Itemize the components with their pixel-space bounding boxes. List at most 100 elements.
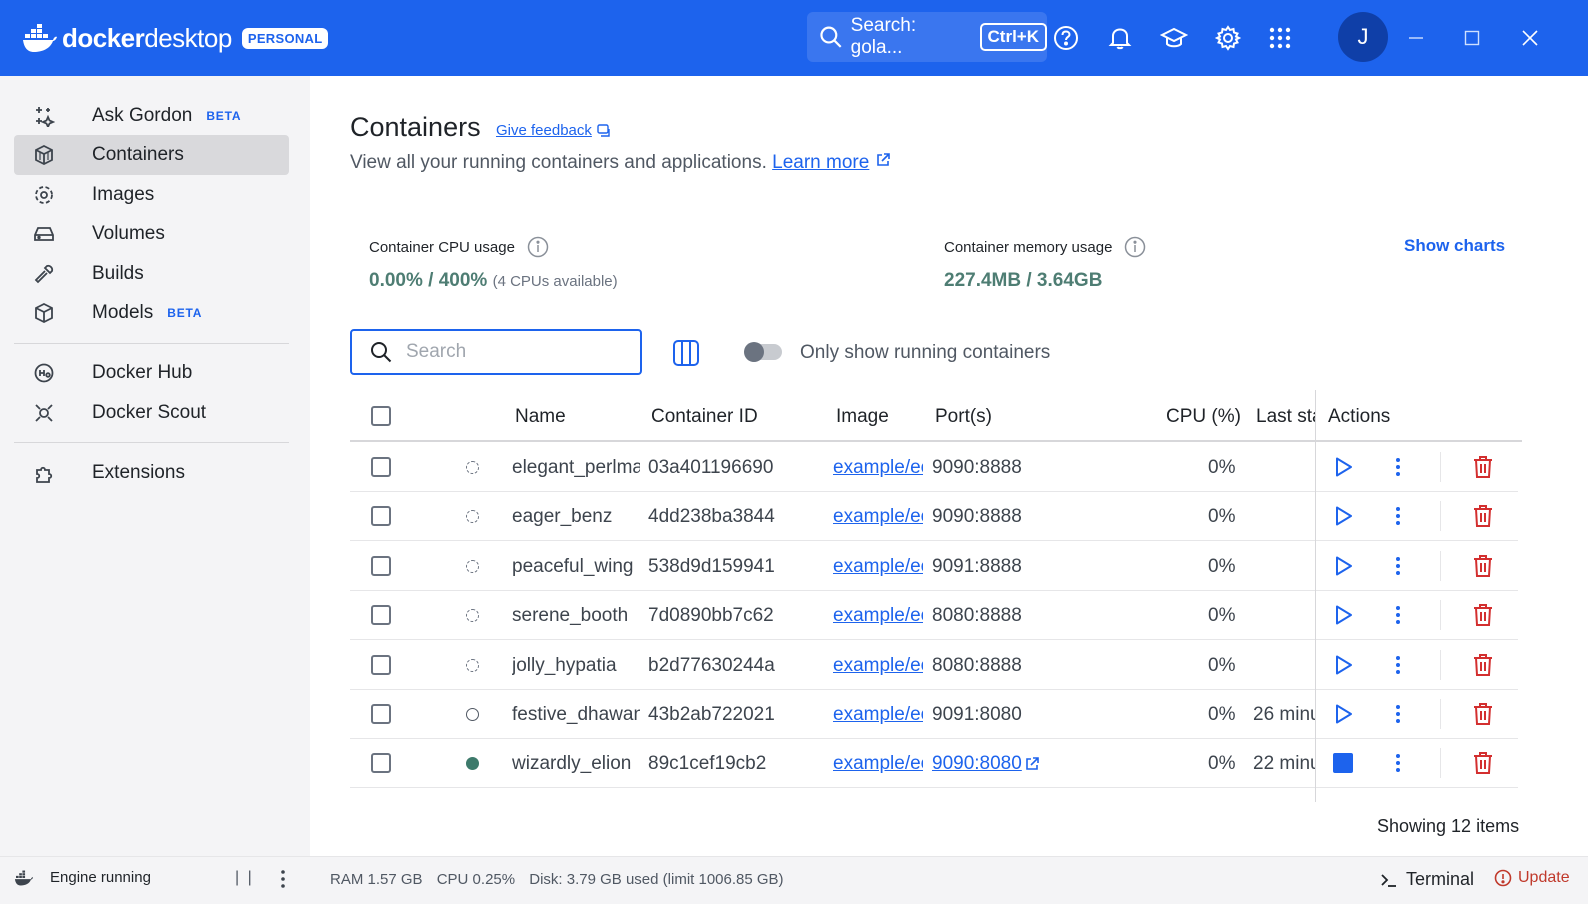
row-checkbox[interactable] — [371, 555, 391, 576]
sidebar-item-docker-hub[interactable]: Docker Hub — [14, 353, 289, 393]
sidebar-item-containers[interactable]: Containers — [14, 135, 289, 175]
column-container-id[interactable]: Container ID — [651, 406, 758, 428]
container-id: 538d9d159941 — [648, 555, 775, 577]
sidebar-item-extensions[interactable]: Extensions — [14, 453, 289, 493]
column-cpu[interactable]: CPU (%) — [1166, 406, 1241, 428]
show-charts-button[interactable]: Show charts — [1404, 236, 1505, 256]
kebab-menu-icon[interactable] — [1385, 553, 1411, 579]
row-checkbox[interactable] — [371, 654, 391, 675]
delete-trash-icon[interactable] — [1470, 454, 1496, 480]
column-name[interactable]: Name — [515, 406, 566, 428]
engine-status-label: Engine running — [50, 869, 151, 886]
feedback-icon — [597, 123, 610, 137]
delete-trash-icon[interactable] — [1470, 750, 1496, 776]
row-checkbox[interactable] — [371, 704, 391, 724]
image-link[interactable]: example/ec — [833, 753, 923, 775]
start-icon[interactable] — [1330, 503, 1356, 529]
delete-trash-icon[interactable] — [1470, 553, 1496, 579]
container-name[interactable]: jolly_hypatia — [512, 655, 640, 677]
container-name[interactable]: festive_dhawan — [512, 704, 640, 726]
kebab-menu-icon[interactable] — [1385, 701, 1411, 727]
sidebar-item-label: Ask Gordon — [92, 105, 193, 126]
global-search-button[interactable]: Search: gola... Ctrl+K — [807, 12, 1047, 62]
image-link[interactable]: example/ec — [833, 605, 923, 627]
select-all-checkbox[interactable] — [371, 406, 391, 426]
table-row[interactable]: festive_dhawan 43b2ab722021 example/ec 9… — [350, 689, 1518, 739]
sidebar-item-models[interactable]: Models BETA — [14, 293, 289, 333]
minimize-icon[interactable] — [1400, 22, 1432, 54]
external-link-icon[interactable] — [1024, 756, 1040, 772]
start-icon[interactable] — [1330, 652, 1356, 678]
row-checkbox[interactable] — [371, 753, 391, 774]
apps-grid-icon[interactable] — [1264, 22, 1296, 54]
container-name[interactable]: eager_benz — [512, 506, 640, 528]
column-last-started[interactable]: Last sta — [1256, 406, 1316, 428]
row-checkbox[interactable] — [371, 457, 391, 477]
image-link[interactable]: example/ec — [833, 556, 923, 578]
kebab-menu-icon[interactable] — [1385, 602, 1411, 628]
status-indicator — [466, 609, 479, 623]
image-link[interactable]: example/ec — [833, 704, 923, 726]
port-mapping[interactable]: 9090:8080 — [932, 753, 1022, 775]
running-only-toggle[interactable] — [744, 342, 782, 362]
container-name[interactable]: elegant_perlmar — [512, 457, 640, 479]
container-name[interactable]: wizardly_elion — [512, 753, 640, 775]
start-icon[interactable] — [1330, 454, 1356, 480]
notifications-bell-icon[interactable] — [1104, 22, 1136, 54]
delete-trash-icon[interactable] — [1470, 652, 1496, 678]
kebab-menu-icon[interactable] — [1385, 454, 1411, 480]
sidebar-item-images[interactable]: Images — [14, 175, 289, 215]
container-id: b2d77630244a — [648, 654, 775, 676]
table-row[interactable]: serene_booth 7d0890bb7c62 example/ec 808… — [350, 590, 1518, 641]
column-ports[interactable]: Port(s) — [935, 406, 992, 428]
table-row[interactable]: jolly_hypatia b2d77630244a example/ec 80… — [350, 640, 1518, 690]
image-link[interactable]: example/ec — [833, 506, 923, 528]
maximize-icon[interactable] — [1456, 22, 1488, 54]
row-checkbox[interactable] — [371, 506, 391, 527]
start-icon[interactable] — [1330, 602, 1356, 628]
container-name[interactable]: peaceful_wing — [512, 556, 640, 578]
terminal-button[interactable]: Terminal — [1380, 869, 1474, 890]
update-button[interactable]: Update — [1494, 869, 1570, 887]
stop-icon[interactable] — [1330, 750, 1356, 776]
container-name[interactable]: serene_booth — [512, 605, 640, 627]
settings-gear-icon[interactable] — [1212, 22, 1244, 54]
cpu-percent: 0% — [1208, 654, 1236, 676]
table-row[interactable]: elegant_perlmar 03a401196690 example/ec … — [350, 442, 1518, 492]
sidebar-item-builds[interactable]: Builds — [14, 254, 289, 294]
start-icon[interactable] — [1330, 701, 1356, 727]
close-icon[interactable] — [1514, 22, 1546, 54]
table-row[interactable]: peaceful_wing 538d9d159941 example/ec 90… — [350, 541, 1518, 591]
kebab-menu-icon[interactable] — [1385, 750, 1411, 776]
table-row[interactable]: eager_benz 4dd238ba3844 example/ec 9090:… — [350, 491, 1518, 542]
delete-trash-icon[interactable] — [1470, 503, 1496, 529]
sidebar-item-label: Images — [92, 184, 155, 205]
sidebar-item-ask-gordon[interactable]: Ask Gordon BETA — [14, 96, 289, 136]
learn-more-link[interactable]: Learn more — [772, 152, 869, 173]
columns-icon[interactable] — [672, 339, 700, 367]
start-icon[interactable] — [1330, 553, 1356, 579]
row-checkbox[interactable] — [371, 605, 391, 626]
delete-trash-icon[interactable] — [1470, 701, 1496, 727]
page-subtitle: View all your running containers and app… — [350, 152, 891, 174]
kebab-menu-icon[interactable] — [1385, 503, 1411, 529]
pause-engine-button[interactable]: | | — [235, 869, 254, 887]
info-icon[interactable] — [1124, 236, 1146, 258]
container-search[interactable] — [350, 329, 642, 375]
give-feedback-link[interactable]: Give feedback — [496, 122, 611, 139]
image-link[interactable]: example/ec — [833, 655, 923, 677]
sidebar-item-volumes[interactable]: Volumes — [14, 214, 289, 254]
engine-status[interactable]: Engine running — [14, 869, 151, 886]
table-row[interactable]: wizardly_elion 89c1cef19cb2 example/ec 9… — [350, 738, 1518, 789]
column-image[interactable]: Image — [836, 406, 889, 428]
image-link[interactable]: example/ec — [833, 457, 923, 479]
sidebar-item-docker-scout[interactable]: Docker Scout — [14, 393, 289, 433]
user-avatar[interactable]: J — [1338, 12, 1388, 62]
learning-center-icon[interactable] — [1158, 22, 1190, 54]
info-icon[interactable] — [527, 236, 549, 258]
kebab-menu-icon[interactable] — [1385, 652, 1411, 678]
more-options-icon[interactable] — [277, 867, 289, 896]
delete-trash-icon[interactable] — [1470, 602, 1496, 628]
help-icon[interactable] — [1050, 22, 1082, 54]
search-input[interactable] — [406, 341, 626, 363]
